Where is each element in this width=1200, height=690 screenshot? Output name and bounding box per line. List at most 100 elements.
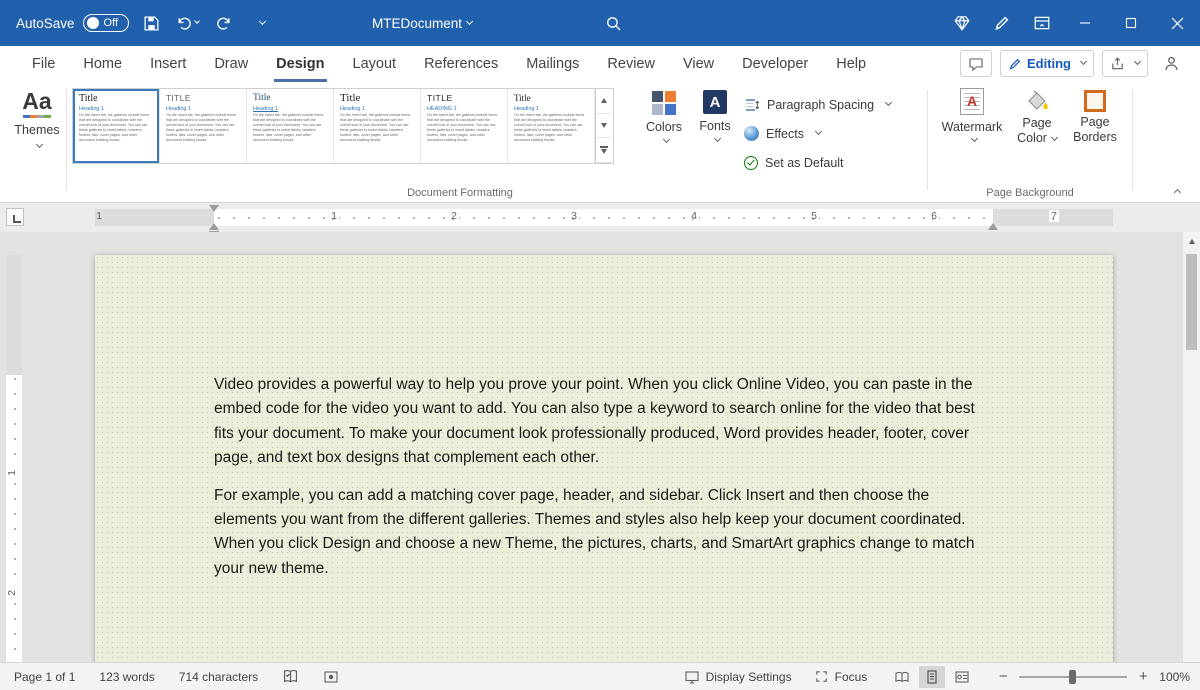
tab-help[interactable]: Help	[822, 46, 880, 82]
designer-button[interactable]	[942, 0, 982, 46]
vruler-top-margin	[6, 255, 22, 375]
document-title[interactable]: MTEDocument	[372, 0, 472, 46]
vruler-number: 2	[6, 588, 18, 598]
pen-icon	[993, 14, 1011, 32]
close-button[interactable]	[1154, 0, 1200, 46]
search-button[interactable]	[598, 8, 628, 38]
tab-file[interactable]: File	[18, 46, 69, 82]
style-set-thumbnail-4[interactable]: Title Heading 1 On the Insert tab, the g…	[334, 89, 421, 163]
vertical-scrollbar[interactable]	[1182, 232, 1200, 662]
tab-developer[interactable]: Developer	[728, 46, 822, 82]
ruler-number: 2	[449, 210, 459, 222]
right-indent-marker[interactable]	[988, 223, 998, 230]
horizontal-ruler[interactable]: 1 1 2 3 4 5 6 7	[95, 209, 1113, 226]
ink-editor-button[interactable]	[982, 0, 1022, 46]
macro-icon	[323, 669, 339, 685]
zoom-percentage[interactable]: 100%	[1159, 670, 1190, 684]
undo-menu-chevron-icon[interactable]	[194, 18, 200, 24]
editing-mode-button[interactable]: Editing	[1000, 50, 1094, 77]
comments-button[interactable]	[960, 50, 992, 77]
page-number-status[interactable]: Page 1 of 1	[14, 670, 75, 684]
set-as-default-button[interactable]: Set as Default	[744, 148, 844, 177]
first-line-indent-marker[interactable]	[209, 205, 219, 212]
autosave-toggle[interactable]: Off	[83, 14, 129, 32]
ribbon-display-options-button[interactable]	[1022, 0, 1062, 46]
gallery-scroll-up-button[interactable]	[596, 89, 611, 114]
display-settings-label: Display Settings	[706, 670, 792, 684]
word-count-status[interactable]: 123 words	[99, 670, 154, 684]
redo-button[interactable]	[211, 8, 237, 38]
zoom-slider[interactable]	[1019, 676, 1127, 678]
watermark-icon: A	[960, 88, 984, 115]
tab-home[interactable]: Home	[69, 46, 136, 82]
undo-button[interactable]	[175, 8, 201, 38]
style-set-thumbnail-3[interactable]: Title Heading 1 On the Insert tab, the g…	[247, 89, 334, 163]
paragraph-spacing-button[interactable]: Paragraph Spacing	[744, 90, 891, 119]
triangle-up-icon	[1189, 239, 1195, 244]
tab-mailings[interactable]: Mailings	[512, 46, 593, 82]
page-color-chevron-icon	[1051, 134, 1058, 141]
tab-insert[interactable]: Insert	[136, 46, 200, 82]
watermark-button[interactable]: A Watermark	[938, 88, 1006, 143]
document-text[interactable]: Video provides a powerful way to help yo…	[214, 373, 993, 594]
macro-recording-button[interactable]	[323, 669, 339, 685]
tab-review[interactable]: Review	[593, 46, 669, 82]
scroll-up-button[interactable]	[1183, 232, 1200, 250]
document-page[interactable]: Video provides a powerful way to help yo…	[95, 255, 1113, 662]
tab-layout[interactable]: Layout	[339, 46, 411, 82]
maximize-button[interactable]	[1108, 0, 1154, 46]
tab-references[interactable]: References	[410, 46, 512, 82]
page-borders-button[interactable]: Page Borders	[1066, 88, 1124, 145]
vruler-number: 1	[6, 468, 18, 478]
gallery-more-button[interactable]	[596, 138, 611, 163]
gallery-scroll-down-button[interactable]	[596, 114, 611, 139]
zoom-out-button[interactable]: −	[997, 668, 1009, 685]
zoom-slider-thumb[interactable]	[1069, 670, 1076, 684]
effects-button[interactable]: Effects	[744, 119, 821, 148]
close-icon	[1171, 17, 1184, 30]
paragraph[interactable]: Video provides a powerful way to help yo…	[214, 373, 993, 471]
print-layout-icon	[924, 669, 940, 685]
tab-stop-selector[interactable]	[6, 208, 24, 226]
minimize-button[interactable]	[1062, 0, 1108, 46]
ruler-number: 7	[1049, 210, 1059, 222]
tab-design[interactable]: Design	[262, 46, 338, 82]
tab-draw[interactable]: Draw	[200, 46, 262, 82]
zoom-in-button[interactable]: +	[1137, 668, 1149, 685]
style-set-thumbnail-6[interactable]: Title Heading 1 On the Insert tab, the g…	[508, 89, 595, 163]
colors-label: Colors	[646, 120, 682, 135]
group-label-document-formatting: Document Formatting	[340, 187, 580, 199]
proofing-status-button[interactable]	[282, 668, 299, 685]
paragraph[interactable]: For example, you can add a matching cove…	[214, 484, 993, 582]
autosave-control[interactable]: AutoSave Off	[16, 14, 129, 32]
ribbon-display-options-icon	[1033, 14, 1051, 32]
tab-view[interactable]: View	[669, 46, 728, 82]
people-button[interactable]	[1156, 50, 1186, 77]
read-mode-button[interactable]	[889, 666, 915, 688]
ruler-number: 1	[329, 210, 339, 222]
style-set-thumbnail-2[interactable]: TITLE Heading 1 On the Insert tab, the g…	[160, 89, 247, 163]
collapse-ribbon-button[interactable]	[1164, 182, 1186, 198]
display-settings-button[interactable]: Display Settings	[684, 669, 792, 685]
colors-button[interactable]: Colors	[640, 88, 688, 144]
focus-mode-button[interactable]: Focus	[814, 669, 868, 684]
scrollbar-thumb[interactable]	[1186, 254, 1197, 350]
vertical-ruler[interactable]: 1 2	[6, 232, 22, 662]
share-button[interactable]	[1102, 50, 1148, 77]
hanging-indent-marker[interactable]	[209, 223, 219, 230]
style-set-thumbnail-5[interactable]: TITLE HEADING 1 On the Insert tab, the g…	[421, 89, 508, 163]
character-count-status[interactable]: 714 characters	[179, 670, 258, 684]
print-layout-button[interactable]	[919, 666, 945, 688]
style-set-thumbnail-1[interactable]: Title Heading 1 On the Insert tab, the g…	[73, 89, 160, 163]
page-borders-label-line2: Borders	[1073, 130, 1117, 145]
themes-button[interactable]: Aa Themes	[10, 88, 64, 149]
quick-access-customize-button[interactable]	[247, 8, 273, 38]
colors-swatch-icon	[652, 91, 676, 115]
page-color-button[interactable]: Page Color	[1012, 88, 1062, 146]
web-layout-icon	[954, 669, 970, 685]
undo-icon	[176, 15, 193, 32]
fonts-button[interactable]: A Fonts	[694, 88, 736, 143]
editing-chevron-icon	[1080, 58, 1087, 65]
save-button[interactable]	[139, 8, 165, 38]
web-layout-button[interactable]	[949, 666, 975, 688]
